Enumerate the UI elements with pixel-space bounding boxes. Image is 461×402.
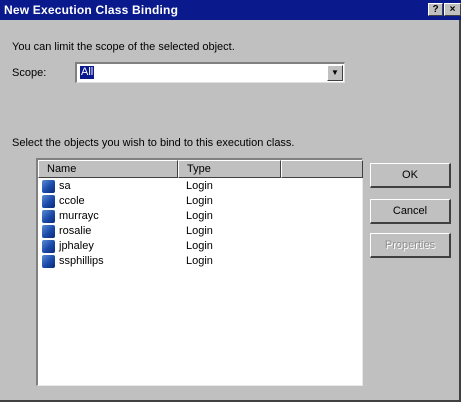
row-name: murrayc xyxy=(59,210,99,222)
intro-text: You can limit the scope of the selected … xyxy=(12,41,235,53)
row-name: jphaley xyxy=(59,240,94,252)
login-icon xyxy=(42,255,55,268)
scope-selected-value: All xyxy=(80,66,95,79)
row-name: sa xyxy=(59,180,71,192)
properties-button[interactable]: Properties xyxy=(370,233,451,258)
dialog-window: New Execution Class Binding ? × You can … xyxy=(0,0,461,402)
row-type: Login xyxy=(186,210,213,222)
column-header-blank[interactable] xyxy=(281,160,363,178)
login-icon xyxy=(42,180,55,193)
column-header-type[interactable]: Type xyxy=(178,160,281,178)
login-icon xyxy=(42,240,55,253)
row-type: Login xyxy=(186,195,213,207)
login-icon xyxy=(42,195,55,208)
ok-button[interactable]: OK xyxy=(370,163,451,188)
column-header-name[interactable]: Name xyxy=(38,160,178,178)
objects-list[interactable]: Name Type sa Login ccole Login murrayc L… xyxy=(36,158,363,386)
login-icon xyxy=(42,225,55,238)
row-type: Login xyxy=(186,255,213,267)
row-type: Login xyxy=(186,240,213,252)
row-name: ccole xyxy=(59,195,85,207)
row-name: ssphillips xyxy=(59,255,104,267)
row-type: Login xyxy=(186,225,213,237)
help-button[interactable]: ? xyxy=(428,3,443,16)
select-objects-label: Select the objects you wish to bind to t… xyxy=(12,137,295,149)
chevron-down-icon[interactable]: ▼ xyxy=(327,65,343,81)
row-name: rosalie xyxy=(59,225,92,237)
scope-label: Scope: xyxy=(12,67,47,79)
row-type: Login xyxy=(186,180,213,192)
window-title: New Execution Class Binding xyxy=(4,3,179,17)
scope-dropdown[interactable]: All ▼ xyxy=(75,62,345,83)
close-button[interactable]: × xyxy=(444,3,461,16)
cancel-button[interactable]: Cancel xyxy=(370,199,451,224)
title-bar[interactable]: New Execution Class Binding ? × xyxy=(0,0,461,20)
list-header: Name Type xyxy=(38,160,363,178)
login-icon xyxy=(42,210,55,223)
